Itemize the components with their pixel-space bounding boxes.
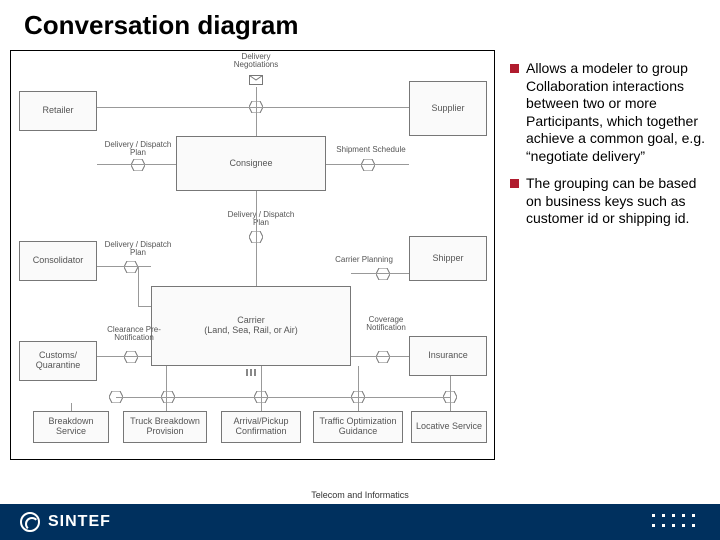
- node-insurance: Insurance: [409, 336, 487, 376]
- connector: [256, 87, 257, 136]
- node-consolidator: Consolidator: [19, 241, 97, 281]
- conversation-diagram: Retailer Supplier Consignee Consolidator…: [10, 50, 495, 460]
- footer-center-text: Telecom and Informatics: [311, 490, 409, 500]
- conversation-hex: [361, 159, 375, 171]
- connector: [326, 164, 409, 165]
- msg-deliv-dispatch-2: Delivery / Dispatch Plan: [103, 241, 173, 258]
- connector: [97, 356, 151, 357]
- connector: [97, 164, 176, 165]
- node-locative: Locative Service: [411, 411, 487, 443]
- multi-instance-marker: [246, 369, 256, 376]
- connector: [256, 191, 257, 286]
- connector: [358, 366, 359, 411]
- conversation-hex: [131, 159, 145, 171]
- connector: [351, 273, 409, 274]
- brand-name: SINTEF: [48, 513, 111, 531]
- connector: [138, 306, 151, 307]
- decorative-dots: [652, 514, 698, 530]
- conversation-hex: [124, 261, 138, 273]
- msg-carrier-planning: Carrier Planning: [329, 256, 399, 264]
- node-truckbreak: Truck Breakdown Provision: [123, 411, 207, 443]
- connector: [97, 266, 151, 267]
- bullet-1: Allows a modeler to group Collaboration …: [510, 60, 710, 165]
- msg-coverage: Coverage Notification: [356, 316, 416, 333]
- page-title: Conversation diagram: [24, 10, 299, 41]
- connector: [351, 356, 409, 357]
- bullet-1-text: Allows a modeler to group Collaboration …: [526, 60, 705, 164]
- msg-deliv-dispatch-1: Delivery / Dispatch Plan: [103, 141, 173, 158]
- connector: [450, 376, 451, 411]
- node-breakdown: Breakdown Service: [33, 411, 109, 443]
- msg-clearance: Clearance Pre- Notification: [99, 326, 169, 343]
- msg-shipment-schedule: Shipment Schedule: [331, 146, 411, 154]
- connector: [166, 366, 167, 411]
- node-customs: Customs/ Quarantine: [19, 341, 97, 381]
- node-retailer: Retailer: [19, 91, 97, 131]
- connector: [116, 397, 451, 398]
- bullet-2: The grouping can be based on business ke…: [510, 175, 710, 228]
- node-traffic: Traffic Optimization Guidance: [313, 411, 403, 443]
- connector: [97, 107, 409, 108]
- bullet-list: Allows a modeler to group Collaboration …: [510, 60, 710, 238]
- node-shipper: Shipper: [409, 236, 487, 281]
- brand-logo: SINTEF: [20, 512, 111, 532]
- node-carrier: Carrier (Land, Sea, Rail, or Air): [151, 286, 351, 366]
- logo-icon: [20, 512, 40, 532]
- bullet-2-text: The grouping can be based on business ke…: [526, 175, 696, 226]
- conversation-hex: [376, 268, 390, 280]
- conversation-hex: [124, 351, 138, 363]
- connector: [138, 266, 139, 306]
- node-consignee: Consignee: [176, 136, 326, 191]
- node-arrival: Arrival/Pickup Confirmation: [221, 411, 301, 443]
- connector: [71, 403, 72, 411]
- msg-delivery-negotiations: Delivery Negotiations: [226, 53, 286, 70]
- connector: [261, 366, 262, 411]
- conversation-hex: [376, 351, 390, 363]
- node-supplier: Supplier: [409, 81, 487, 136]
- msg-deliv-plan: Delivery / Dispatch Plan: [221, 211, 301, 228]
- footer-bar: SINTEF: [0, 504, 720, 540]
- envelope-icon: [249, 75, 263, 85]
